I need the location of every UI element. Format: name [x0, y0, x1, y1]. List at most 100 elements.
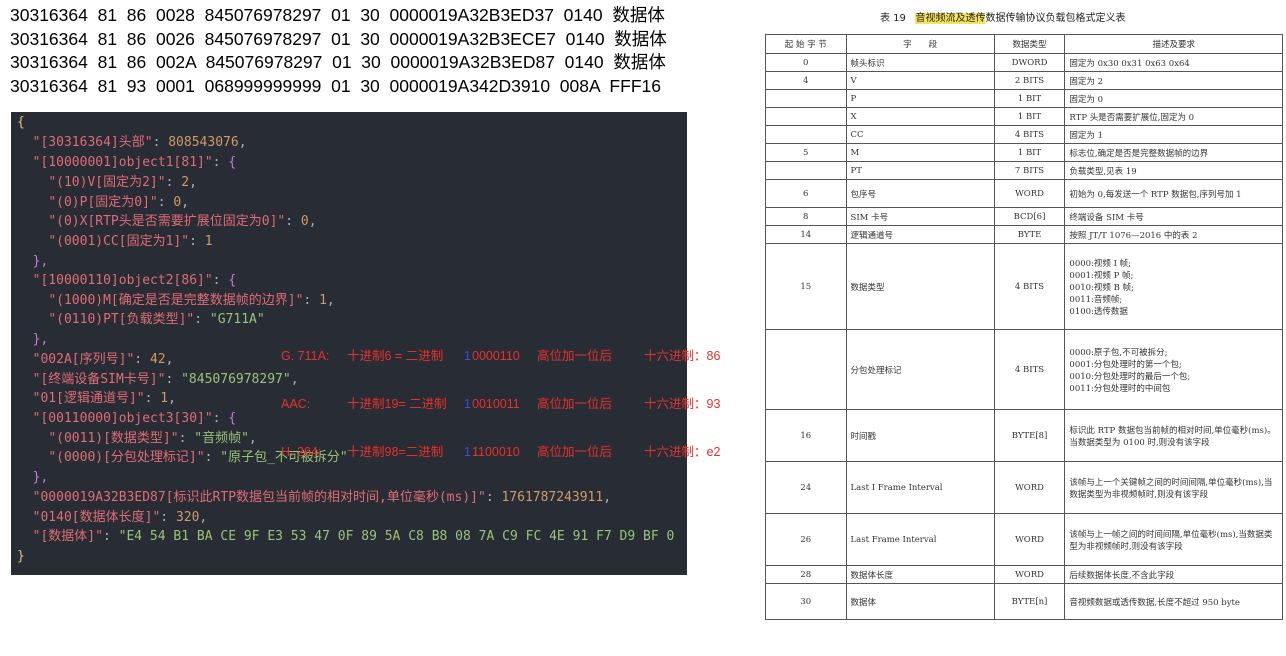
table-cell-desc: 0000:视频 I 帧; 0001:视频 P 帧; 0010:视频 B 帧; 0… — [1064, 243, 1283, 330]
table-cell-type: 4 BITS — [993, 125, 1066, 144]
table-cell-desc: 该帧与上一帧之间的时间间隔,单位毫秒(ms),当数据类型为非视频帧时,则没有该字… — [1064, 513, 1283, 566]
table-cell-offset: 6 — [765, 179, 847, 208]
table-cell-desc: 固定为 2 — [1064, 71, 1283, 90]
annotation-binary: 0000110 — [472, 349, 520, 363]
table-cell-type: WORD — [993, 565, 1066, 584]
table-cell-desc: 固定为 0 — [1064, 89, 1283, 108]
table-cell-field: 帧头标识 — [845, 53, 995, 72]
json-key: "002A[序列号]" — [32, 352, 135, 367]
json-key: "(10)V[固定为2]" — [48, 175, 166, 190]
table-row: 26 Last Frame Interval WORD 该帧与上一帧之间的时间间隔,单… — [765, 513, 1283, 566]
json-key: "[数据体]" — [32, 529, 103, 544]
table-cell-type: BYTE[8] — [993, 409, 1066, 462]
json-brace: } — [17, 549, 25, 564]
table-cell-offset: 24 — [765, 461, 847, 514]
json-key: "0000019A32B3ED87[标识此RTP数据包当前帧的相对时间,单位毫秒… — [32, 490, 486, 505]
annotation-row: AAC: 十进制19= 二进制 1 0010011 高位加一位后 十六进制：93 — [281, 396, 720, 412]
table-cell-desc: 固定为 1 — [1064, 125, 1283, 144]
annotation-note: 高位加一位后 — [537, 397, 613, 411]
json-value: "845076978297" — [181, 372, 291, 387]
annotation-high-bit: 1 — [464, 397, 471, 411]
table-cell-field: Last I Frame Interval — [845, 461, 995, 514]
table-cell-offset: 0 — [765, 53, 847, 72]
table-cell-desc: 0000:原子包,不可被拆分; 0001:分包处理时的第一个包; 0010:分包… — [1064, 329, 1283, 410]
table-cell-offset: 4 — [765, 71, 847, 90]
json-value: 320 — [175, 510, 200, 525]
table-row: 4V2 BITS 固定为 2 — [765, 71, 1283, 90]
table-cell-field: 数据类型 — [845, 243, 995, 330]
json-key: "(0000)[分包处理标记]" — [48, 450, 205, 465]
json-key: "[终端设备SIM卡号]" — [32, 372, 166, 387]
annotation-note: 高位加一位后 — [537, 349, 613, 363]
table-cell-offset: 30 — [765, 583, 847, 620]
table-cell-type: 7 BITS — [993, 161, 1066, 180]
json-value: 2 — [181, 175, 190, 190]
table-cell-field: PT — [845, 161, 995, 180]
json-value: 0 — [300, 214, 309, 229]
table-cell-type: 1 BIT — [993, 143, 1066, 162]
table-cell-type: WORD — [993, 179, 1066, 208]
annotation-row: H. 264: 十进制98=二进制 1 1100010 高位加一位后 十六进制：… — [281, 444, 720, 460]
json-key: "(0)X[RTP头是否需要扩展位固定为0]" — [48, 214, 286, 229]
json-key: "01[逻辑通道号]" — [32, 391, 145, 406]
json-key: "[30316364]头部" — [32, 135, 153, 150]
table-cell-offset: 14 — [765, 225, 847, 244]
annotation-decimal: 十进制6 = 二进制 — [347, 349, 444, 363]
table-cell-desc: 按照 JT/T 1076—2016 中的表 2 — [1064, 225, 1283, 244]
table-row: 8 SIM 卡号 BCD[6] 终端设备 SIM 卡号 — [765, 207, 1283, 226]
table-header: 起 始 字 节 — [765, 34, 847, 54]
table-cell-offset — [765, 107, 847, 126]
table-cell-field: 逻辑通道号 — [845, 225, 995, 244]
table-cell-field: 分包处理标记 — [845, 329, 995, 410]
json-value: "E4 54 B1 BA CE 9F E3 53 47 0F 89 5A C8 … — [118, 529, 675, 544]
table-cell-offset: 8 — [765, 207, 847, 226]
table-cell-desc: 固定为 0x30 0x31 0x63 0x64 — [1064, 53, 1283, 72]
json-value: 1 — [319, 293, 327, 308]
table-row: 5M1 BIT 标志位,确定是否是完整数据帧的边界 — [765, 143, 1283, 162]
json-key: "[00110000]object3[30]" — [32, 411, 213, 426]
table-header: 描述及要求 — [1064, 34, 1283, 54]
table-row: 6 包序号 WORD 初始为 0,每发送一个 RTP 数据包,序列号加 1 — [765, 179, 1283, 208]
table-cell-type: BCD[6] — [993, 207, 1066, 226]
table-cell-offset: 16 — [765, 409, 847, 462]
table-cell-field: Last Frame Interval — [845, 513, 995, 566]
table-header: 数据类型 — [993, 34, 1066, 54]
json-key: "(0011)[数据类型]" — [48, 431, 179, 446]
table-cell-field: 包序号 — [845, 179, 995, 208]
json-key: "[10000110]object2[86]" — [32, 273, 213, 288]
table-row: 0 帧头标识 DWORD 固定为 0x30 0x31 0x63 0x64 — [765, 53, 1283, 72]
annotation-codec: G. 711A: — [281, 349, 330, 363]
annotation-high-bit: 1 — [464, 349, 471, 363]
table-cell-field: 数据体 — [845, 583, 995, 620]
table-cell-field: X — [845, 107, 995, 126]
json-value: 808543076 — [168, 135, 239, 150]
table-cell-field: 时间戳 — [845, 409, 995, 462]
table-row: 24 Last I Frame Interval WORD 该帧与上一个关键帧之间的时… — [765, 461, 1283, 514]
annotation-high-bit: 1 — [464, 445, 471, 459]
table-title-suffix: 数据传输协议负载包格式定义表 — [985, 13, 1126, 24]
annotation-codec: AAC: — [281, 397, 311, 411]
table-cell-field: SIM 卡号 — [845, 207, 995, 226]
table-cell-offset: 15 — [765, 243, 847, 330]
table-row: PT 7 BITS 负载类型,见表 19 — [765, 161, 1283, 180]
table-title: 表 19 音视频流及透传数据传输协议负载包格式定义表 — [880, 9, 1125, 24]
table-row: 15 数据类型 4 BITS 0000:视频 I 帧; 0001:视频 P 帧; 00… — [765, 243, 1283, 330]
table-cell-desc: 初始为 0,每发送一个 RTP 数据包,序列号加 1 — [1064, 179, 1283, 208]
json-value: "音频帧" — [194, 431, 249, 446]
annotation-row: G. 711A: 十进制6 = 二进制 1 0000110 高位加一位后 十六进… — [281, 348, 720, 364]
table-row: 16 时间戳 BYTE[8] 标识此 RTP 数据包当前帧的相对时间,单位毫秒(ms)… — [765, 409, 1283, 462]
hex-line: 30316364 81 86 0026 845076978297 01 30 0… — [10, 28, 667, 49]
json-key: "[10000001]object1[81]" — [32, 155, 213, 170]
json-key: "(0)P[固定为0]" — [48, 195, 158, 210]
table-cell-field: 数据体长度 — [845, 565, 995, 584]
json-brace: { — [17, 115, 25, 130]
table-cell-desc: 负载类型,见表 19 — [1064, 161, 1283, 180]
payload-type-annotation: G. 711A: 十进制6 = 二进制 1 0000110 高位加一位后 十六进… — [281, 316, 720, 476]
hex-dump: 30316364 81 86 0028 845076978297 01 30 0… — [10, 4, 740, 98]
annotation-hex: 十六进制：93 — [644, 397, 721, 411]
json-value: 42 — [149, 352, 166, 367]
table-cell-type: BYTE[n] — [993, 583, 1066, 620]
annotation-note: 高位加一位后 — [537, 445, 613, 459]
annotation-hex: 十六进制：e2 — [644, 445, 721, 459]
table-row: 28 数据体长度 WORD 后续数据体长度,不含此字段 — [765, 565, 1283, 584]
